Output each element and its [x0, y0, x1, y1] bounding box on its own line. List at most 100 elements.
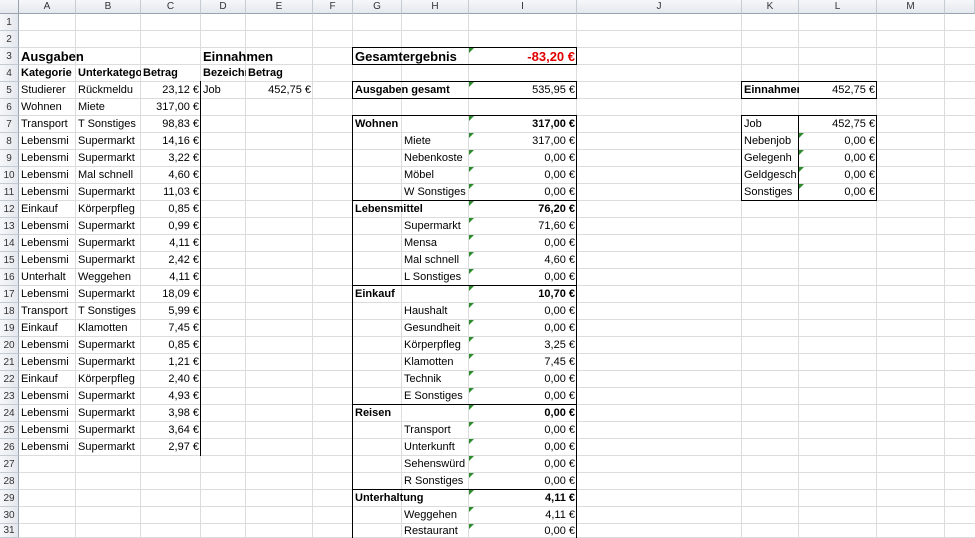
column-header-H[interactable]: H: [402, 0, 469, 14]
select-all-corner[interactable]: [0, 0, 19, 14]
cell-B18[interactable]: T Sonstiges: [76, 303, 141, 320]
subcategory-label[interactable]: Unterkunft: [402, 439, 469, 456]
subcategory-label[interactable]: Möbel: [402, 167, 469, 184]
cell-B11[interactable]: Supermarkt: [76, 184, 141, 201]
row-header-12[interactable]: 12: [0, 201, 19, 218]
category-label[interactable]: Lebensmittel: [353, 201, 469, 218]
row-header-27[interactable]: 27: [0, 456, 19, 473]
cell-C12[interactable]: 0,85 €: [141, 201, 201, 218]
income-item-value[interactable]: 452,75 €: [799, 116, 877, 133]
subcategory-label[interactable]: Miete: [402, 133, 469, 150]
cell-C21[interactable]: 1,21 €: [141, 354, 201, 371]
income-item-value[interactable]: 0,00 €: [799, 167, 877, 184]
income-item-label[interactable]: Sonstiges: [742, 184, 799, 201]
cell-B15[interactable]: Supermarkt: [76, 252, 141, 269]
row-header-1[interactable]: 1: [0, 14, 19, 31]
income-item-label[interactable]: Job: [742, 116, 799, 133]
row-header-14[interactable]: 14: [0, 235, 19, 252]
subcategory-label[interactable]: Sehenswürd: [402, 456, 469, 473]
subcategory-label[interactable]: Gesundheit: [402, 320, 469, 337]
row-header-11[interactable]: 11: [0, 184, 19, 201]
column-header-G[interactable]: G: [353, 0, 402, 14]
cell-A16[interactable]: Unterhalt: [19, 269, 76, 286]
subcategory-value[interactable]: 0,00 €: [469, 473, 577, 490]
column-header-B[interactable]: B: [76, 0, 141, 14]
cell-A7[interactable]: Transport: [19, 116, 76, 133]
subcategory-value[interactable]: 0,00 €: [469, 303, 577, 320]
row-header-4[interactable]: 4: [0, 65, 19, 82]
row-header-8[interactable]: 8: [0, 133, 19, 150]
ausgaben-title[interactable]: Ausgaben: [19, 48, 141, 65]
ausgaben-gesamt-label[interactable]: Ausgaben gesamt: [353, 82, 469, 99]
cell-A22[interactable]: Einkauf: [19, 371, 76, 388]
cell-B16[interactable]: Weggehen: [76, 269, 141, 286]
cell-A25[interactable]: Lebensmi: [19, 422, 76, 439]
cell-B20[interactable]: Supermarkt: [76, 337, 141, 354]
subcategory-value[interactable]: 0,00 €: [469, 235, 577, 252]
cell-D4[interactable]: Bezeichn: [201, 65, 246, 82]
subcategory-label[interactable]: Transport: [402, 422, 469, 439]
column-header-D[interactable]: D: [201, 0, 246, 14]
gesamtergebnis-value[interactable]: -83,20 €: [469, 48, 577, 65]
row-header-2[interactable]: 2: [0, 31, 19, 48]
column-header-K[interactable]: K: [742, 0, 799, 14]
cell-A12[interactable]: Einkauf: [19, 201, 76, 218]
cell-B10[interactable]: Mal schnell: [76, 167, 141, 184]
cell-C19[interactable]: 7,45 €: [141, 320, 201, 337]
income-item-label[interactable]: Nebenjob: [742, 133, 799, 150]
income-item-label[interactable]: Gelegenh: [742, 150, 799, 167]
subcategory-value[interactable]: 3,25 €: [469, 337, 577, 354]
column-header-I[interactable]: I: [469, 0, 577, 14]
cell-B7[interactable]: T Sonstiges: [76, 116, 141, 133]
subcategory-label[interactable]: Weggehen: [402, 507, 469, 524]
cell-C14[interactable]: 4,11 €: [141, 235, 201, 252]
column-header-E[interactable]: E: [246, 0, 313, 14]
cell-B26[interactable]: Supermarkt: [76, 439, 141, 456]
row-header-3[interactable]: 3: [0, 48, 19, 65]
cell-A8[interactable]: Lebensmi: [19, 133, 76, 150]
row-header-17[interactable]: 17: [0, 286, 19, 303]
category-total[interactable]: 76,20 €: [469, 201, 577, 218]
cell-C5[interactable]: 23,12 €: [141, 82, 201, 99]
cell-A5[interactable]: Studierer: [19, 82, 76, 99]
cell-C18[interactable]: 5,99 €: [141, 303, 201, 320]
cell-B8[interactable]: Supermarkt: [76, 133, 141, 150]
cell-A9[interactable]: Lebensmi: [19, 150, 76, 167]
subcategory-label[interactable]: Supermarkt: [402, 218, 469, 235]
subcategory-value[interactable]: 0,00 €: [469, 371, 577, 388]
cell-D5[interactable]: Job: [201, 82, 246, 99]
cell-A11[interactable]: Lebensmi: [19, 184, 76, 201]
ausgaben-gesamt-value[interactable]: 535,95 €: [469, 82, 577, 99]
cell-E5[interactable]: 452,75 €: [246, 82, 313, 99]
category-label[interactable]: Reisen: [353, 405, 469, 422]
column-header-A[interactable]: A: [19, 0, 76, 14]
income-item-value[interactable]: 0,00 €: [799, 133, 877, 150]
subcategory-label[interactable]: E Sonstiges: [402, 388, 469, 405]
subcategory-label[interactable]: Klamotten: [402, 354, 469, 371]
subcategory-value[interactable]: 0,00 €: [469, 524, 577, 538]
row-header-10[interactable]: 10: [0, 167, 19, 184]
cell-C17[interactable]: 18,09 €: [141, 286, 201, 303]
cell-C11[interactable]: 11,03 €: [141, 184, 201, 201]
row-header-5[interactable]: 5: [0, 82, 19, 99]
subcategory-value[interactable]: 7,45 €: [469, 354, 577, 371]
subcategory-value[interactable]: 0,00 €: [469, 456, 577, 473]
cell-C6[interactable]: 317,00 €: [141, 99, 201, 116]
row-header-18[interactable]: 18: [0, 303, 19, 320]
gesamtergebnis-label[interactable]: Gesamtergebnis: [353, 48, 469, 65]
cell-E4[interactable]: Betrag: [246, 65, 313, 82]
row-header-25[interactable]: 25: [0, 422, 19, 439]
subcategory-value[interactable]: 0,00 €: [469, 388, 577, 405]
cell-B12[interactable]: Körperpfleg: [76, 201, 141, 218]
cell-C9[interactable]: 3,22 €: [141, 150, 201, 167]
row-header-7[interactable]: 7: [0, 116, 19, 133]
row-header-15[interactable]: 15: [0, 252, 19, 269]
cell-A15[interactable]: Lebensmi: [19, 252, 76, 269]
column-header-C[interactable]: C: [141, 0, 201, 14]
subcategory-label[interactable]: Restaurant: [402, 524, 469, 538]
spreadsheet[interactable]: A B C D E F G H I J K L M 1 2 3 4 5 6 7 8 9 10 11 12 13 14 15 16 17 18…: [0, 0, 975, 538]
subcategory-label[interactable]: W Sonstiges: [402, 184, 469, 201]
cell-A23[interactable]: Lebensmi: [19, 388, 76, 405]
row-header-20[interactable]: 20: [0, 337, 19, 354]
row-header-26[interactable]: 26: [0, 439, 19, 456]
